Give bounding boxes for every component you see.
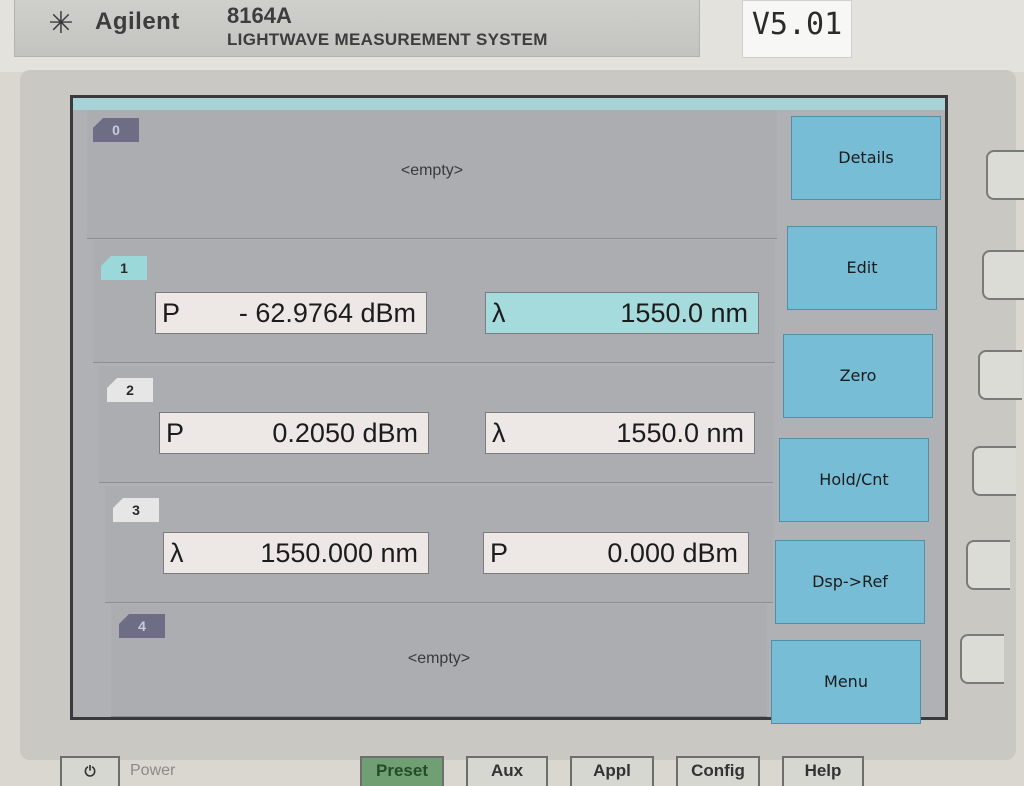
hardware-softkey-2[interactable] <box>982 250 1024 300</box>
channel-3-panel[interactable]: 3 λ 1550.000 nm P 0.000 dBm <box>105 486 773 603</box>
channel-2-wavelength-field[interactable]: λ 1550.0 nm <box>485 412 755 454</box>
channel-4-empty-text: <empty> <box>407 650 471 667</box>
channel-2-panel[interactable]: 2 P 0.2050 dBm λ 1550.0 nm <box>99 366 773 483</box>
hardware-softkey-4[interactable] <box>972 446 1016 496</box>
power-label: Power <box>130 762 176 779</box>
channel-1-wavelength-field[interactable]: λ 1550.0 nm <box>485 292 759 334</box>
instrument-top-panel: ✳ Agilent 8164A LIGHTWAVE MEASUREMENT SY… <box>0 0 1024 72</box>
screen-top-strip <box>73 98 945 110</box>
channel-1-power-value: - 62.9764 dBm <box>238 298 416 328</box>
channel-3-power-field[interactable]: P 0.000 dBm <box>483 532 749 574</box>
channel-2-wavelength-symbol: λ <box>492 418 506 448</box>
softkey-zero[interactable]: Zero <box>783 334 933 418</box>
channel-1-tag: 1 <box>101 256 147 280</box>
brand-name: Agilent <box>95 8 180 35</box>
channel-2-power-field[interactable]: P 0.2050 dBm <box>159 412 429 454</box>
model-number: 8164A <box>227 3 292 28</box>
channel-2-power-value: 0.2050 dBm <box>272 418 418 448</box>
softkey-hold-cnt[interactable]: Hold/Cnt <box>779 438 929 522</box>
preset-button[interactable]: Preset <box>360 756 444 786</box>
agilent-spark-logo-icon: ✳ <box>48 6 74 41</box>
channel-1-wavelength-symbol: λ <box>492 298 506 328</box>
channel-2-wavelength-value: 1550.0 nm <box>616 418 744 448</box>
channel-3-wavelength-field[interactable]: λ 1550.000 nm <box>163 532 429 574</box>
softkey-details[interactable]: Details <box>791 116 941 200</box>
hardware-softkey-3[interactable] <box>978 350 1022 400</box>
channel-0-empty-text: <empty> <box>400 162 464 179</box>
softkey-edit[interactable]: Edit <box>787 226 937 310</box>
channel-4-tag: 4 <box>119 614 165 638</box>
channel-1-power-field[interactable]: P - 62.9764 dBm <box>155 292 427 334</box>
power-switch[interactable]: ⏻ <box>60 756 120 786</box>
channel-4-panel[interactable]: 4 <empty> <box>111 604 767 717</box>
channel-1-power-symbol: P <box>162 298 181 328</box>
version-sticker: V5.01 <box>742 0 852 58</box>
power-symbol-icon: ⏻ <box>84 763 96 779</box>
display-screen: 0 <empty> 1 P - 62.9764 dBm λ 1550.0 nm … <box>70 95 948 724</box>
brand-plate: ✳ Agilent 8164A LIGHTWAVE MEASUREMENT SY… <box>14 0 700 57</box>
channel-3-wavelength-value: 1550.000 nm <box>260 538 418 568</box>
system-name: LIGHTWAVE MEASUREMENT SYSTEM <box>227 30 548 49</box>
hardware-softkey-1[interactable] <box>986 150 1024 200</box>
hardware-softkey-6[interactable] <box>960 634 1004 684</box>
channel-2-power-symbol: P <box>166 418 185 448</box>
softkey-dsp-ref[interactable]: Dsp->Ref <box>775 540 925 624</box>
channel-1-panel[interactable]: 1 P - 62.9764 dBm λ 1550.0 nm <box>93 240 775 363</box>
channel-3-power-symbol: P <box>490 538 509 568</box>
aux-button[interactable]: Aux <box>466 756 548 786</box>
channel-3-wavelength-symbol: λ <box>170 538 184 568</box>
hardware-softkey-5[interactable] <box>966 540 1010 590</box>
channel-3-tag: 3 <box>113 498 159 522</box>
appl-button[interactable]: Appl <box>570 756 654 786</box>
config-button[interactable]: Config <box>676 756 760 786</box>
version-text: V5.01 <box>751 7 843 42</box>
channel-2-tag: 2 <box>107 378 153 402</box>
channel-0-panel[interactable]: 0 <empty> <box>87 110 777 239</box>
help-button[interactable]: Help <box>782 756 864 786</box>
channel-1-wavelength-value: 1550.0 nm <box>620 298 748 328</box>
channel-0-tag: 0 <box>93 118 139 142</box>
softkey-menu[interactable]: Menu <box>771 640 921 724</box>
channel-3-power-value: 0.000 dBm <box>607 538 738 568</box>
